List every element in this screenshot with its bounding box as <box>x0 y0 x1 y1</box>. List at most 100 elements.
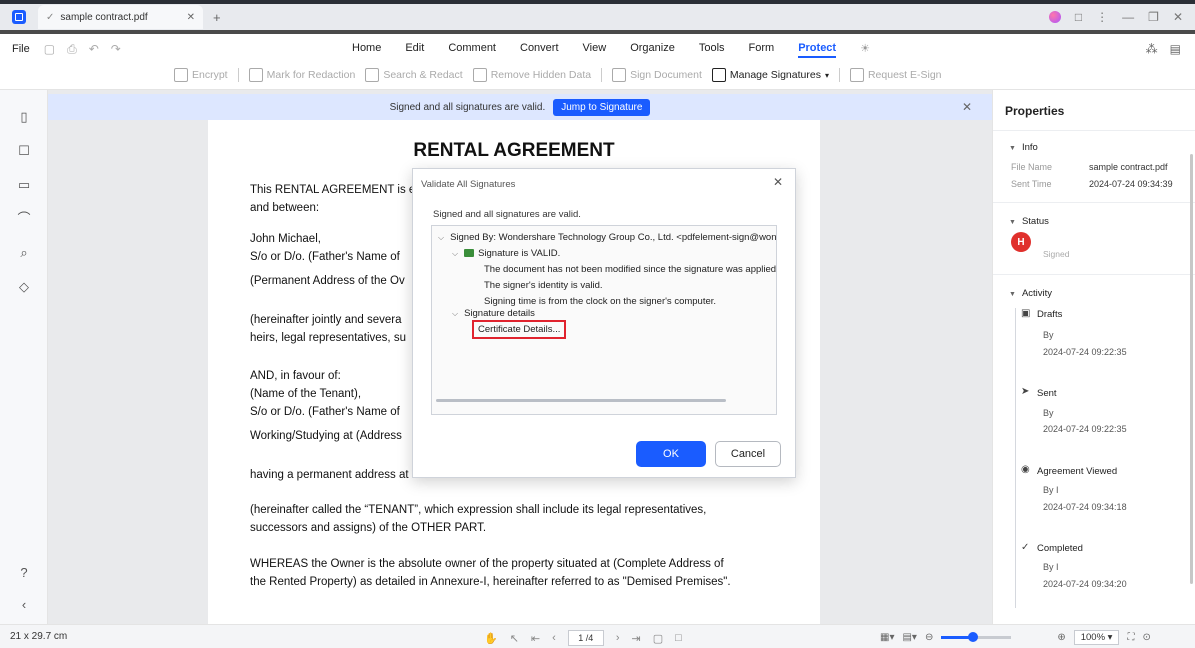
account-avatar-icon[interactable] <box>1048 11 1061 23</box>
search-redact-button[interactable]: Search & Redact <box>365 68 463 82</box>
activity-by: By <box>1043 330 1054 340</box>
last-page-icon[interactable]: ⇥ <box>631 632 640 645</box>
jump-to-signature-button[interactable]: Jump to Signature <box>553 98 651 116</box>
activity-time: 2024-07-24 09:34:18 <box>1043 502 1127 512</box>
panel-toggle-icon[interactable]: ▤ <box>1170 42 1181 56</box>
bookmark-icon[interactable]: ☐ <box>17 144 31 158</box>
encrypt-button[interactable]: Encrypt <box>174 68 228 82</box>
tree-signed-by[interactable]: ⌵ Signed By: Wondershare Technology Group… <box>438 232 776 243</box>
doc-line: heirs, legal representatives, su <box>250 332 406 344</box>
tree-signature-valid[interactable]: ⌵ Signature is VALID. <box>452 248 560 259</box>
document-tab[interactable]: ✓ sample contract.pdf ✕ <box>38 5 203 29</box>
menu-view[interactable]: View <box>583 42 607 58</box>
zoom-level-select[interactable]: 100% ▾ <box>1073 630 1120 645</box>
fullscreen-icon[interactable]: ⛶ <box>1127 632 1134 643</box>
certificate-details-link[interactable]: Certificate Details... <box>472 320 567 339</box>
page-layout-icon[interactable]: ▦▾ <box>880 632 894 643</box>
manage-signatures-button[interactable]: Manage Signatures ▾ <box>711 68 829 82</box>
message-icon[interactable]: □ <box>1075 10 1082 24</box>
sign-document-button[interactable]: Sign Document <box>612 68 702 82</box>
more-view-icon[interactable]: ⊙ <box>1142 632 1150 643</box>
chevron-down-icon: ⌵ <box>452 249 459 258</box>
help-icon[interactable]: ? <box>17 566 31 580</box>
minimize-icon[interactable]: — <box>1122 10 1134 24</box>
comment-icon[interactable]: ▭ <box>17 178 31 192</box>
remove-data-icon <box>472 68 487 82</box>
next-page-icon[interactable]: › <box>616 632 620 644</box>
zoom-out-icon[interactable]: ⊖ <box>925 632 933 643</box>
horizontal-scrollbar[interactable] <box>436 399 726 402</box>
view-mode-icon[interactable]: ▤▾ <box>902 632 916 643</box>
doc-line: AND, in favour of: <box>250 370 341 382</box>
doc-line: (hereinafter called the “TENANT”, which … <box>250 504 707 516</box>
activity-time: 2024-07-24 09:34:20 <box>1043 579 1127 589</box>
signature-tree[interactable]: ⌵ Signed By: Wondershare Technology Group… <box>431 225 777 415</box>
undo-icon[interactable]: ↶ <box>89 42 99 57</box>
status-section-header[interactable]: ▼ Status <box>1009 216 1049 227</box>
print-icon[interactable]: ⎙ <box>67 42 77 57</box>
cancel-button[interactable]: Cancel <box>715 441 781 467</box>
activity-by: By I <box>1043 485 1059 495</box>
tab-close-icon[interactable]: ✕ <box>187 12 195 23</box>
redo-icon[interactable]: ↷ <box>111 42 121 57</box>
tree-detail: The signer's identity is valid. <box>484 280 603 291</box>
more-icon[interactable]: ⋮ <box>1096 10 1108 24</box>
doc-line: successors and assigns) of the OTHER PAR… <box>250 522 487 534</box>
tab-title: sample contract.pdf <box>60 11 148 23</box>
save-icon[interactable]: ▢ <box>44 42 55 57</box>
dialog-close-icon[interactable]: ✕ <box>773 175 783 189</box>
menu-bar: File ▢ ⎙ ↶ ↷ Home Edit Comment Convert V… <box>0 34 1195 64</box>
fit-width-icon[interactable]: □ <box>675 632 682 644</box>
activity-name: Completed <box>1037 543 1083 554</box>
tree-signature-details[interactable]: ⌵ Signature details <box>452 308 535 319</box>
menu-form[interactable]: Form <box>749 42 775 58</box>
first-page-icon[interactable]: ⇤ <box>531 632 540 645</box>
sent-time-value: 2024-07-24 09:34:39 <box>1089 179 1173 189</box>
select-tool-icon[interactable]: ↖ <box>510 632 519 645</box>
share-icon[interactable]: ⁂ <box>1146 42 1158 56</box>
fit-page-icon[interactable]: ▢ <box>653 632 663 645</box>
file-menu[interactable]: File <box>12 43 30 55</box>
zoom-slider-handle[interactable] <box>967 632 978 642</box>
menu-organize[interactable]: Organize <box>630 42 675 58</box>
menu-tools[interactable]: Tools <box>699 42 725 58</box>
ai-tips-icon[interactable]: ☀ <box>860 42 870 58</box>
activity-time: 2024-07-24 09:22:35 <box>1043 347 1127 357</box>
activity-by: By <box>1043 408 1054 418</box>
prev-page-icon[interactable]: ‹ <box>552 632 556 644</box>
attachment-icon[interactable]: ⌒ <box>17 212 31 226</box>
collapse-icon[interactable]: ‹ <box>17 598 31 612</box>
mark-redaction-button[interactable]: Mark for Redaction <box>248 68 355 82</box>
menu-protect[interactable]: Protect <box>798 42 837 58</box>
eye-icon: ◉ <box>1021 464 1030 475</box>
info-section-header[interactable]: ▼ Info <box>1009 142 1038 153</box>
sent-time-label: Sent Time <box>1011 179 1052 189</box>
menu-comment[interactable]: Comment <box>448 42 496 58</box>
valid-signature-icon <box>464 249 475 258</box>
restore-icon[interactable]: ❐ <box>1148 10 1159 24</box>
panel-scrollbar[interactable] <box>1190 154 1193 584</box>
layers-icon[interactable]: ◇ <box>17 280 31 294</box>
zoom-in-icon[interactable]: ⊕ <box>1057 632 1065 643</box>
properties-panel: Properties ▼ Info File Name sample contra… <box>992 90 1195 624</box>
remove-hidden-data-button[interactable]: Remove Hidden Data <box>472 68 591 82</box>
new-tab-icon[interactable]: + <box>213 10 221 25</box>
doc-line: Working/Studying at (Address <box>250 430 402 442</box>
activity-section-header[interactable]: ▼ Activity <box>1009 288 1052 299</box>
chevron-down-icon: ▼ <box>1009 145 1016 152</box>
thumbnail-icon[interactable]: ▯ <box>17 110 31 124</box>
search-icon[interactable]: ⌕ <box>17 246 31 260</box>
hand-tool-icon[interactable]: ✋ <box>484 632 498 645</box>
zoom-slider[interactable] <box>941 632 1012 642</box>
activity-time: 2024-07-24 09:22:35 <box>1043 424 1127 434</box>
page-number-input[interactable]: 1 /4 <box>567 630 604 646</box>
doc-line: John Michael, <box>250 233 321 245</box>
notification-message: Signed and all signatures are valid. <box>389 101 546 113</box>
close-window-icon[interactable]: ✕ <box>1173 10 1183 24</box>
menu-edit[interactable]: Edit <box>405 42 424 58</box>
request-esign-button[interactable]: Request E-Sign <box>849 68 942 82</box>
notification-close-icon[interactable]: ✕ <box>962 100 972 114</box>
ok-button[interactable]: OK <box>636 441 706 467</box>
menu-home[interactable]: Home <box>352 42 381 58</box>
menu-convert[interactable]: Convert <box>520 42 559 58</box>
